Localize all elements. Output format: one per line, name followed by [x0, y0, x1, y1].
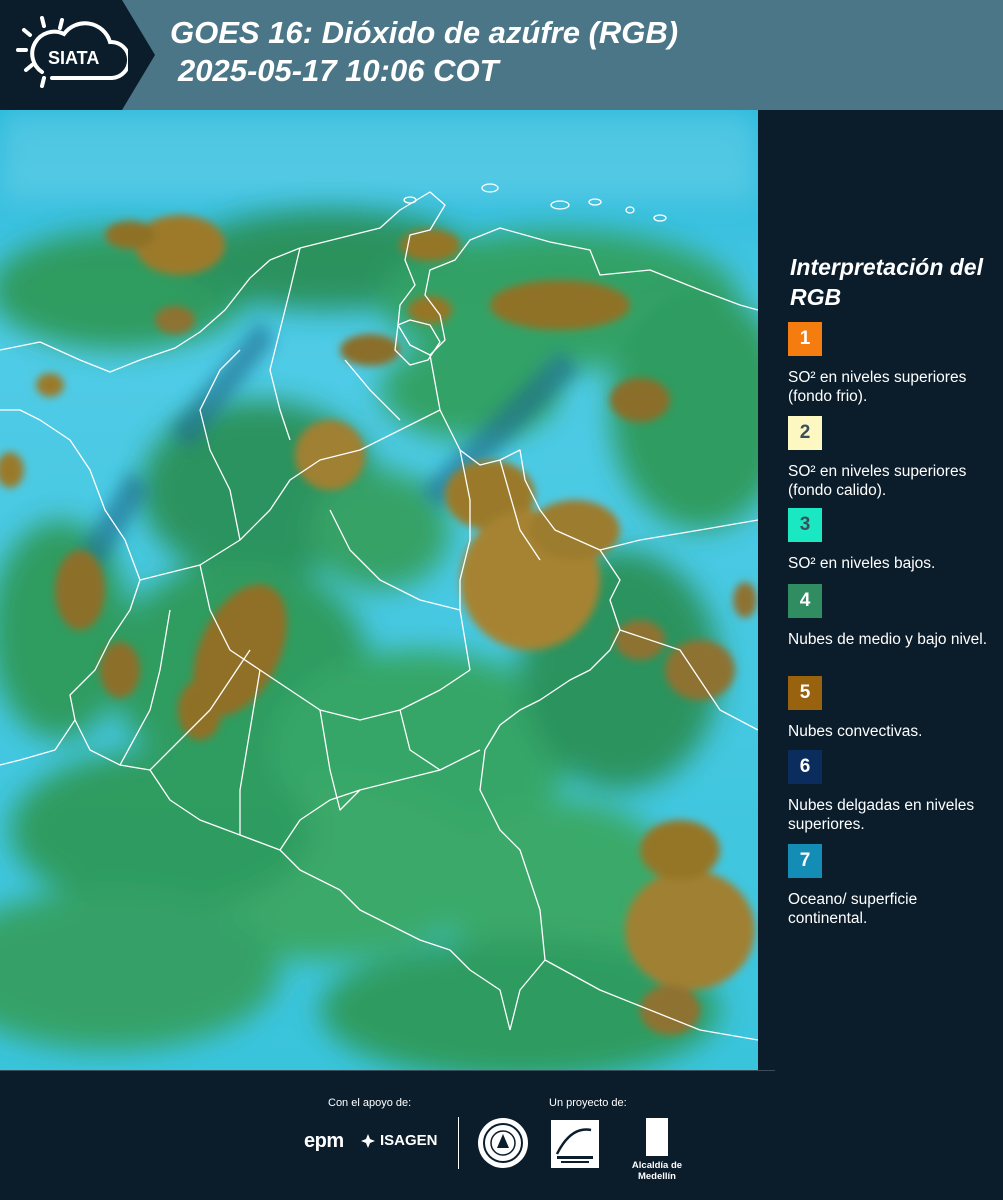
siata-logo[interactable]: SIATA — [0, 0, 155, 110]
sun-cloud-icon: SIATA — [16, 16, 128, 88]
legend-swatch-2: 2 — [788, 416, 822, 450]
legend-desc-4: Nubes de medio y bajo nivel. — [788, 631, 988, 648]
legend-swatch-7: 7 — [788, 844, 822, 878]
project-label: Un proyecto de: — [549, 1097, 627, 1109]
legend-item-5: 5 Nubes convectivas. — [788, 676, 993, 741]
svg-text:SIATA: SIATA — [48, 48, 99, 68]
alcaldia-label: Alcaldía de Medellín — [631, 1160, 683, 1182]
satellite-image — [0, 110, 758, 1070]
title-datetime: 2025-05-17 10:06 COT — [178, 53, 499, 88]
title-product: GOES 16: Dióxido de azúfre (RGB) — [170, 15, 679, 50]
legend-item-7: 7 Oceano/ superficie continental. — [788, 844, 993, 928]
header-bar: SIATA GOES 16: Dióxido de azúfre (RGB) 2… — [0, 0, 1003, 110]
support-label: Con el apoyo de: — [328, 1097, 412, 1109]
legend-title: Interpretación del RGB — [790, 254, 983, 310]
legend-desc-1: SO² en niveles superiores (fondo frio). — [788, 369, 967, 405]
legend-desc-6: Nubes delgadas en niveles superiores. — [788, 797, 975, 833]
legend-item-1: 1 SO² en niveles superiores (fondo frio)… — [788, 322, 993, 406]
legend-swatch-5: 5 — [788, 676, 822, 710]
epm-logo[interactable]: epm — [304, 1130, 344, 1153]
satellite-map[interactable] — [0, 110, 758, 1070]
footer-divider — [458, 1117, 459, 1169]
area-logo-caption: Área Metropolitana Valle de Aburrá — [551, 1170, 552, 1171]
alcaldia-logo[interactable]: Alcaldía de Medellín — [612, 1118, 702, 1182]
legend-swatch-4: 4 — [788, 584, 822, 618]
footer: Con el apoyo de: Un proyecto de: epm ISA… — [0, 1070, 1003, 1200]
footer-separator — [0, 1070, 775, 1071]
alcaldia-emblem-icon — [646, 1118, 668, 1156]
legend-desc-3: SO² en niveles bajos. — [788, 555, 936, 572]
legend-swatch-3: 3 — [788, 508, 822, 542]
medellin-seal-logo[interactable] — [478, 1118, 528, 1168]
legend-swatch-6: 6 — [788, 750, 822, 784]
legend-item-6: 6 Nubes delgadas en niveles superiores. — [788, 750, 993, 834]
legend-panel: Interpretación del RGB 1 SO² en niveles … — [758, 110, 1003, 1070]
area-icon — [555, 1128, 593, 1163]
legend-swatch-1: 1 — [788, 322, 822, 356]
isagen-logo[interactable]: ISAGEN — [360, 1132, 438, 1149]
area-metropolitana-logo[interactable] — [551, 1120, 599, 1168]
legend-item-3: 3 SO² en niveles bajos. — [788, 508, 993, 573]
seal-icon — [483, 1123, 523, 1163]
legend-desc-5: Nubes convectivas. — [788, 723, 923, 740]
legend-desc-2: SO² en niveles superiores (fondo calido)… — [788, 463, 967, 499]
legend-item-2: 2 SO² en niveles superiores (fondo calid… — [788, 416, 993, 500]
legend-item-4: 4 Nubes de medio y bajo nivel. — [788, 584, 993, 649]
legend-desc-7: Oceano/ superficie continental. — [788, 891, 918, 927]
page-title: GOES 16: Dióxido de azúfre (RGB) 2025-05… — [170, 14, 678, 90]
isagen-icon — [361, 1133, 375, 1148]
